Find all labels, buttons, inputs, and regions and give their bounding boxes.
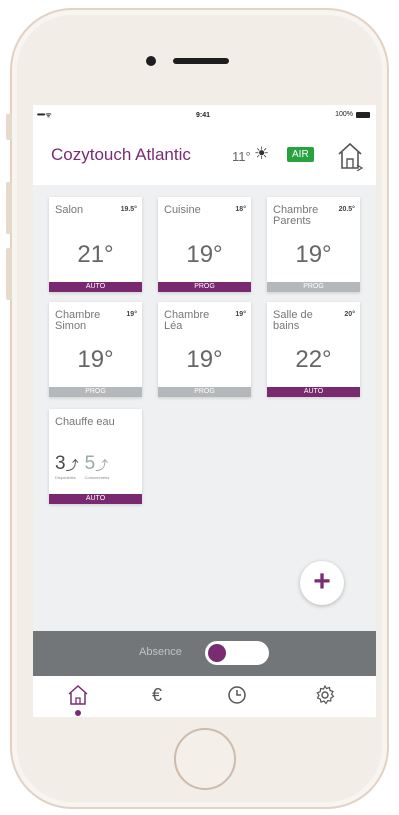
tab-bar: € <box>33 676 376 717</box>
target-temperature: 19° <box>77 346 114 373</box>
mode-label: AUTO <box>49 282 142 292</box>
available-showers: 3 ⤴ Disponibles <box>55 453 79 480</box>
volume-down-button <box>6 248 12 300</box>
status-bar: ••••• ᯤ 9:41 100% <box>33 105 376 127</box>
target-temperature: 19° <box>295 241 332 268</box>
measured-temperature: 19° <box>126 311 137 318</box>
app-screen: ••••• ᯤ 9:41 100% Cozytouch Atlantic 11°… <box>33 105 376 717</box>
room-name: Cuisine <box>164 204 201 216</box>
toggle-knob <box>208 644 226 662</box>
measured-temperature: 19° <box>235 311 246 318</box>
euro-icon[interactable]: € <box>145 683 169 707</box>
shower-icon: ⤴ <box>65 457 79 473</box>
water-heater-tile[interactable]: Chauffe eau 3 ⤴ Disponibles 5 ⤴ Consommées… <box>49 409 142 504</box>
earpiece-speaker <box>173 58 229 64</box>
mode-label: PROG <box>158 387 251 397</box>
mode-label: PROG <box>49 387 142 397</box>
mute-switch <box>6 114 12 140</box>
measured-temperature: 20° <box>344 311 355 318</box>
absence-toggle[interactable] <box>205 641 269 665</box>
mode-label: AUTO <box>267 387 360 397</box>
battery-indicator: 100% <box>335 111 370 118</box>
room-tile-salon[interactable]: Salon 19.5° 21° AUTO <box>49 197 142 292</box>
room-tile-chambre-simon[interactable]: Chambre Simon 19° 19° PROG <box>49 302 142 397</box>
mode-label: PROG <box>267 282 360 292</box>
add-button[interactable]: + <box>300 561 344 605</box>
target-temperature: 22° <box>295 346 332 373</box>
room-tile-cuisine[interactable]: Cuisine 18° 19° PROG <box>158 197 251 292</box>
front-camera <box>146 56 156 66</box>
consumed-label: Consommées <box>84 475 110 480</box>
room-name: Chambre Léa <box>164 309 210 332</box>
measured-temperature: 19.5° <box>120 206 137 213</box>
clock: 9:41 <box>196 112 211 119</box>
absence-bar: Absence <box>33 631 376 676</box>
outdoor-temperature: 11° <box>232 149 251 164</box>
shower-icon: ⤴ <box>95 457 109 473</box>
available-label: Disponibles <box>55 475 76 480</box>
battery-percent: 100% <box>335 111 353 118</box>
room-name: Chambre Parents <box>273 204 319 227</box>
mode-label: PROG <box>158 282 251 292</box>
volume-up-button <box>6 182 12 234</box>
room-tile-chambre-parents[interactable]: Chambre Parents 20.5° 19° PROG <box>267 197 360 292</box>
app-title: Cozytouch Atlantic <box>51 145 191 164</box>
mode-label: AUTO <box>49 494 142 504</box>
target-temperature: 21° <box>77 241 114 268</box>
measured-temperature: 20.5° <box>338 206 355 213</box>
available-count: 3 <box>55 453 66 474</box>
room-name: Salle de bains <box>273 309 313 332</box>
home-button[interactable] <box>174 728 236 790</box>
consumed-count: 5 <box>84 453 96 474</box>
consumed-showers: 5 ⤴ Consommées <box>85 453 110 480</box>
sun-icon: ☀ <box>254 144 270 163</box>
room-name: Chambre Simon <box>55 309 101 332</box>
signal-indicator: ••••• ᯤ <box>37 112 52 119</box>
shower-counts: 3 ⤴ Disponibles 5 ⤴ Consommées <box>55 453 109 480</box>
target-temperature: 19° <box>186 241 223 268</box>
room-tile-salle-de-bains[interactable]: Salle de bains 20° 22° AUTO <box>267 302 360 397</box>
battery-icon <box>356 111 370 118</box>
measured-temperature: 18° <box>235 206 246 213</box>
room-name: Salon <box>55 204 84 216</box>
absence-label: Absence <box>139 646 182 658</box>
app-header: Cozytouch Atlantic 11° ☀ AIR <box>33 127 376 185</box>
active-tab-indicator <box>75 710 81 716</box>
target-temperature: 19° <box>186 346 223 373</box>
device-name: Chauffe eau <box>55 416 115 428</box>
home-icon[interactable] <box>66 683 90 707</box>
air-quality-badge[interactable]: AIR <box>287 147 314 162</box>
room-tile-chambre-lea[interactable]: Chambre Léa 19° 19° PROG <box>158 302 251 397</box>
clock-icon[interactable] <box>225 683 249 707</box>
gear-icon[interactable] <box>313 683 337 707</box>
house-icon[interactable] <box>337 141 363 171</box>
